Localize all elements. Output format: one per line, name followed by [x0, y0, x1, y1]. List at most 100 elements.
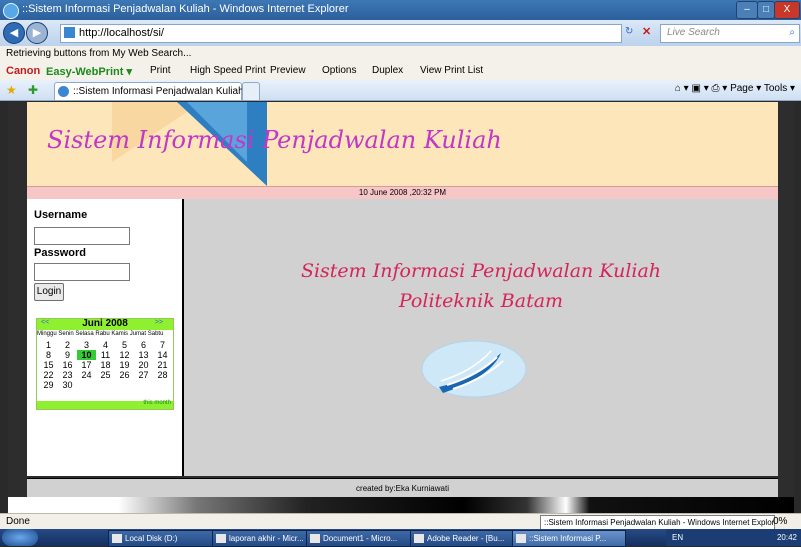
url-text: http://localhost/si/ — [79, 27, 164, 39]
taskbar-adobe-reader[interactable]: Adobe Reader - [Bu... — [410, 530, 524, 547]
home-icon[interactable]: ⌂ ▾ — [675, 83, 692, 94]
internet-explorer-icon — [3, 3, 19, 19]
progress-text: 0% — [773, 516, 788, 527]
print-button[interactable]: Print — [150, 65, 171, 76]
minimize-button[interactable]: – — [736, 1, 758, 19]
status-text: Done — [6, 516, 30, 527]
taskbar-local-disk[interactable]: Local Disk (D:) — [108, 530, 218, 547]
search-placeholder: Live Search — [667, 27, 720, 38]
tab-active[interactable]: ::Sistem Informasi Penjadwalan Kuliah — [54, 82, 244, 100]
feeds-icon[interactable]: ▣ ▾ — [691, 83, 711, 94]
calendar-day[interactable]: 28 — [153, 370, 172, 380]
taskbar-sistem-informasi[interactable]: ::Sistem Informasi P... — [512, 530, 626, 547]
main-heading: Sistem Informasi Penjadwalan Kuliah Poli… — [184, 256, 778, 316]
calendar-day[interactable]: 6 — [134, 340, 153, 350]
date-bar: 10 June 2008 ,20:32 PM — [27, 186, 778, 200]
search-icon[interactable]: ⌕ — [789, 27, 795, 38]
search-input[interactable]: Live Search ⌕ — [660, 24, 800, 43]
calendar-day[interactable]: 26 — [115, 370, 134, 380]
preview-button[interactable]: Preview — [270, 65, 306, 76]
politeknik-logo — [421, 340, 527, 398]
calendar-week-row: 22 23 24 25 26 27 28 — [37, 370, 173, 380]
system-tray: EN 20:42 — [666, 529, 801, 546]
close-button[interactable]: X — [774, 1, 800, 19]
calendar-day[interactable]: 5 — [115, 340, 134, 350]
calendar-day[interactable]: 29 — [39, 380, 58, 390]
add-favorites-icon[interactable]: ✚ — [28, 83, 38, 97]
calendar-day[interactable]: 10 — [77, 350, 96, 360]
language-indicator[interactable]: EN — [672, 529, 683, 546]
calendar-footer: this month — [37, 400, 173, 409]
high-speed-print-button[interactable]: High Speed Print — [190, 65, 266, 76]
tab-title: ::Sistem Informasi Penjadwalan Kuliah — [73, 86, 244, 97]
stop-icon[interactable]: ✕ — [642, 25, 651, 38]
calendar-day[interactable]: 17 — [77, 360, 96, 370]
calendar: << Juni 2008 >> Minggu Senin Selasa Rabu… — [36, 318, 174, 410]
calendar-day[interactable]: 9 — [58, 350, 77, 360]
main-heading-line2: Politeknik Batam — [398, 290, 564, 312]
calendar-day[interactable]: 7 — [153, 340, 172, 350]
login-sidebar: Username Password Login << Juni 2008 >> … — [27, 199, 184, 476]
calendar-day[interactable]: 18 — [96, 360, 115, 370]
calendar-day[interactable]: 30 — [58, 380, 77, 390]
taskbar-laporan[interactable]: laporan akhir - Micr... — [212, 530, 318, 547]
calendar-day[interactable]: 2 — [58, 340, 77, 350]
main-heading-line1: Sistem Informasi Penjadwalan Kuliah — [300, 260, 662, 282]
taskbar-document1[interactable]: Document1 - Micro... — [306, 530, 420, 547]
maximize-button[interactable]: □ — [757, 1, 775, 19]
window-title-bar: ::Sistem Informasi Penjadwalan Kuliah - … — [0, 0, 801, 20]
calendar-day[interactable]: 1 — [39, 340, 58, 350]
this-month-link[interactable]: this month — [143, 400, 171, 406]
page-menu[interactable]: Page ▾ — [730, 83, 761, 94]
calendar-day[interactable]: 25 — [96, 370, 115, 380]
forward-button[interactable]: ▶ — [26, 22, 48, 44]
url-input[interactable]: http://localhost/si/ — [60, 24, 622, 43]
refresh-icon[interactable]: ↻ — [625, 26, 633, 37]
calendar-day[interactable]: 27 — [134, 370, 153, 380]
password-label: Password — [34, 247, 86, 259]
calendar-day[interactable]: 3 — [77, 340, 96, 350]
calendar-day[interactable]: 20 — [134, 360, 153, 370]
calendar-day[interactable]: 12 — [115, 350, 134, 360]
calendar-day[interactable]: 11 — [96, 350, 115, 360]
command-bar: ⌂ ▾ ▣ ▾ ⎙ ▾ Page ▾ Tools ▾ — [675, 83, 795, 94]
calendar-day[interactable]: 19 — [115, 360, 134, 370]
calendar-month: Juni 2008 — [82, 318, 128, 329]
tab-page-icon — [58, 86, 69, 97]
view-print-list-button[interactable]: View Print List — [420, 65, 483, 76]
calendar-day[interactable]: 22 — [39, 370, 58, 380]
canon-toolbar: Canon Easy-WebPrint ▾ Print High Speed P… — [0, 62, 801, 81]
new-tab-button[interactable] — [242, 82, 260, 100]
calendar-day[interactable]: 21 — [153, 360, 172, 370]
calendar-day[interactable]: 23 — [58, 370, 77, 380]
duplex-button[interactable]: Duplex — [372, 65, 403, 76]
main-content: Sistem Informasi Penjadwalan Kuliah Poli… — [184, 199, 778, 476]
page-icon — [64, 27, 75, 38]
clock[interactable]: 20:42 — [777, 529, 797, 546]
calendar-week-row: 8 9 10 11 12 13 14 — [37, 350, 173, 360]
calendar-day[interactable]: 14 — [153, 350, 172, 360]
calendar-next-link[interactable]: >> — [155, 319, 163, 326]
current-date: 10 June 2008 ,20:32 PM — [358, 188, 447, 197]
favorites-star-icon[interactable]: ★ — [6, 83, 17, 97]
calendar-day[interactable]: 15 — [39, 360, 58, 370]
calendar-week-row: 15 16 17 18 19 20 21 — [37, 360, 173, 370]
easy-webprint-menu[interactable]: Easy-WebPrint ▾ — [46, 65, 132, 78]
calendar-day[interactable]: 16 — [58, 360, 77, 370]
printer-icon[interactable]: ⎙ ▾ — [712, 83, 731, 94]
status-bar: Done ::Sistem Informasi Penjadwalan Kuli… — [0, 513, 801, 530]
tools-menu[interactable]: Tools ▾ — [764, 83, 795, 94]
calendar-day[interactable]: 8 — [39, 350, 58, 360]
password-field[interactable] — [34, 263, 130, 281]
calendar-day[interactable]: 4 — [96, 340, 115, 350]
options-button[interactable]: Options — [322, 65, 356, 76]
calendar-header: << Juni 2008 >> — [37, 318, 173, 330]
start-button[interactable] — [2, 529, 38, 546]
back-button[interactable]: ◀ — [3, 22, 25, 44]
calendar-day[interactable]: 24 — [77, 370, 96, 380]
taskbar: Local Disk (D:) laporan akhir - Micr... … — [0, 529, 801, 547]
login-button[interactable]: Login — [34, 283, 64, 301]
calendar-day[interactable]: 13 — [134, 350, 153, 360]
username-field[interactable] — [34, 227, 130, 245]
toolbar-status-line: Retrieving buttons from My Web Search... — [0, 46, 801, 63]
